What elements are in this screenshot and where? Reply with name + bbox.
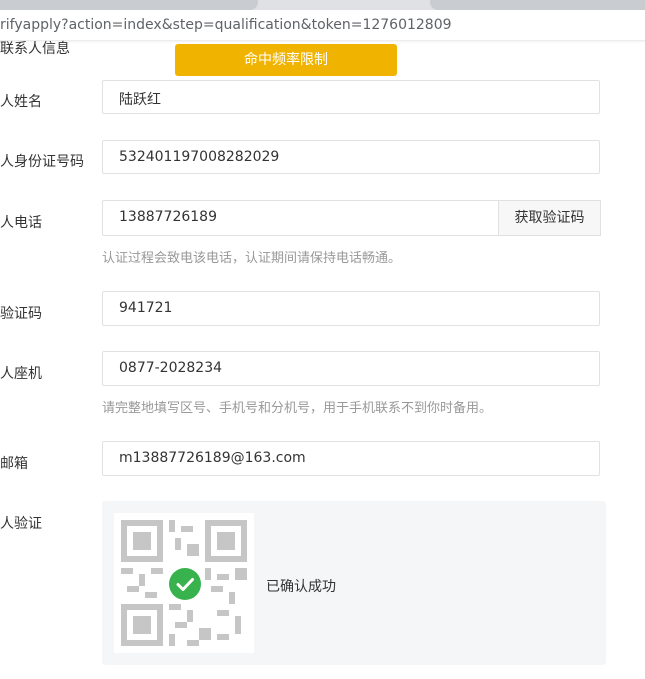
name-label: 人姓名 bbox=[0, 94, 42, 110]
browser-tab[interactable] bbox=[430, 0, 645, 10]
name-value: 陆跃红 bbox=[119, 92, 161, 108]
id-number-value: 532401197008282029 bbox=[119, 149, 280, 165]
browser-tab[interactable] bbox=[0, 0, 258, 10]
phone-value: 13887726189 bbox=[119, 209, 217, 225]
name-input[interactable]: 陆跃红 bbox=[102, 80, 600, 114]
code-input[interactable]: 941721 bbox=[102, 291, 600, 326]
get-code-button[interactable]: 获取验证码 bbox=[498, 200, 601, 236]
email-input[interactable]: m13887726189@163.com bbox=[102, 441, 600, 476]
id-number-input[interactable]: 532401197008282029 bbox=[102, 140, 600, 174]
verification-status: 已确认成功 bbox=[266, 579, 336, 595]
hit-limit-button[interactable]: 命中频率限制 bbox=[175, 44, 397, 76]
email-value: m13887726189@163.com bbox=[119, 450, 306, 466]
url-text[interactable]: rifyapply?action=index&step=qualificatio… bbox=[0, 17, 452, 33]
section-label: 联系人信息 bbox=[0, 41, 70, 57]
verification-panel: 已确认成功 bbox=[102, 501, 606, 665]
landline-value: 0877-2028234 bbox=[119, 360, 223, 376]
id-number-label: 人身份证号码 bbox=[0, 154, 84, 170]
phone-input[interactable]: 13887726189 bbox=[102, 200, 500, 236]
email-label: 邮箱 bbox=[0, 456, 28, 472]
code-label: 验证码 bbox=[0, 306, 42, 322]
landline-label: 人座机 bbox=[0, 366, 42, 382]
phone-hint: 认证过程会致电该电话，认证期间请保持电话畅通。 bbox=[102, 251, 402, 266]
landline-input[interactable]: 0877-2028234 bbox=[102, 351, 600, 386]
phone-label: 人电话 bbox=[0, 215, 42, 231]
browser-tab-strip bbox=[0, 0, 645, 10]
qr-code bbox=[114, 513, 254, 653]
success-check-icon bbox=[169, 568, 201, 600]
verify-label: 人验证 bbox=[0, 516, 42, 532]
address-bar[interactable]: rifyapply?action=index&step=qualificatio… bbox=[0, 10, 645, 41]
landline-hint: 请完整地填写区号、手机号和分机号，用于手机联系不到你时备用。 bbox=[102, 401, 493, 416]
code-value: 941721 bbox=[119, 300, 173, 316]
